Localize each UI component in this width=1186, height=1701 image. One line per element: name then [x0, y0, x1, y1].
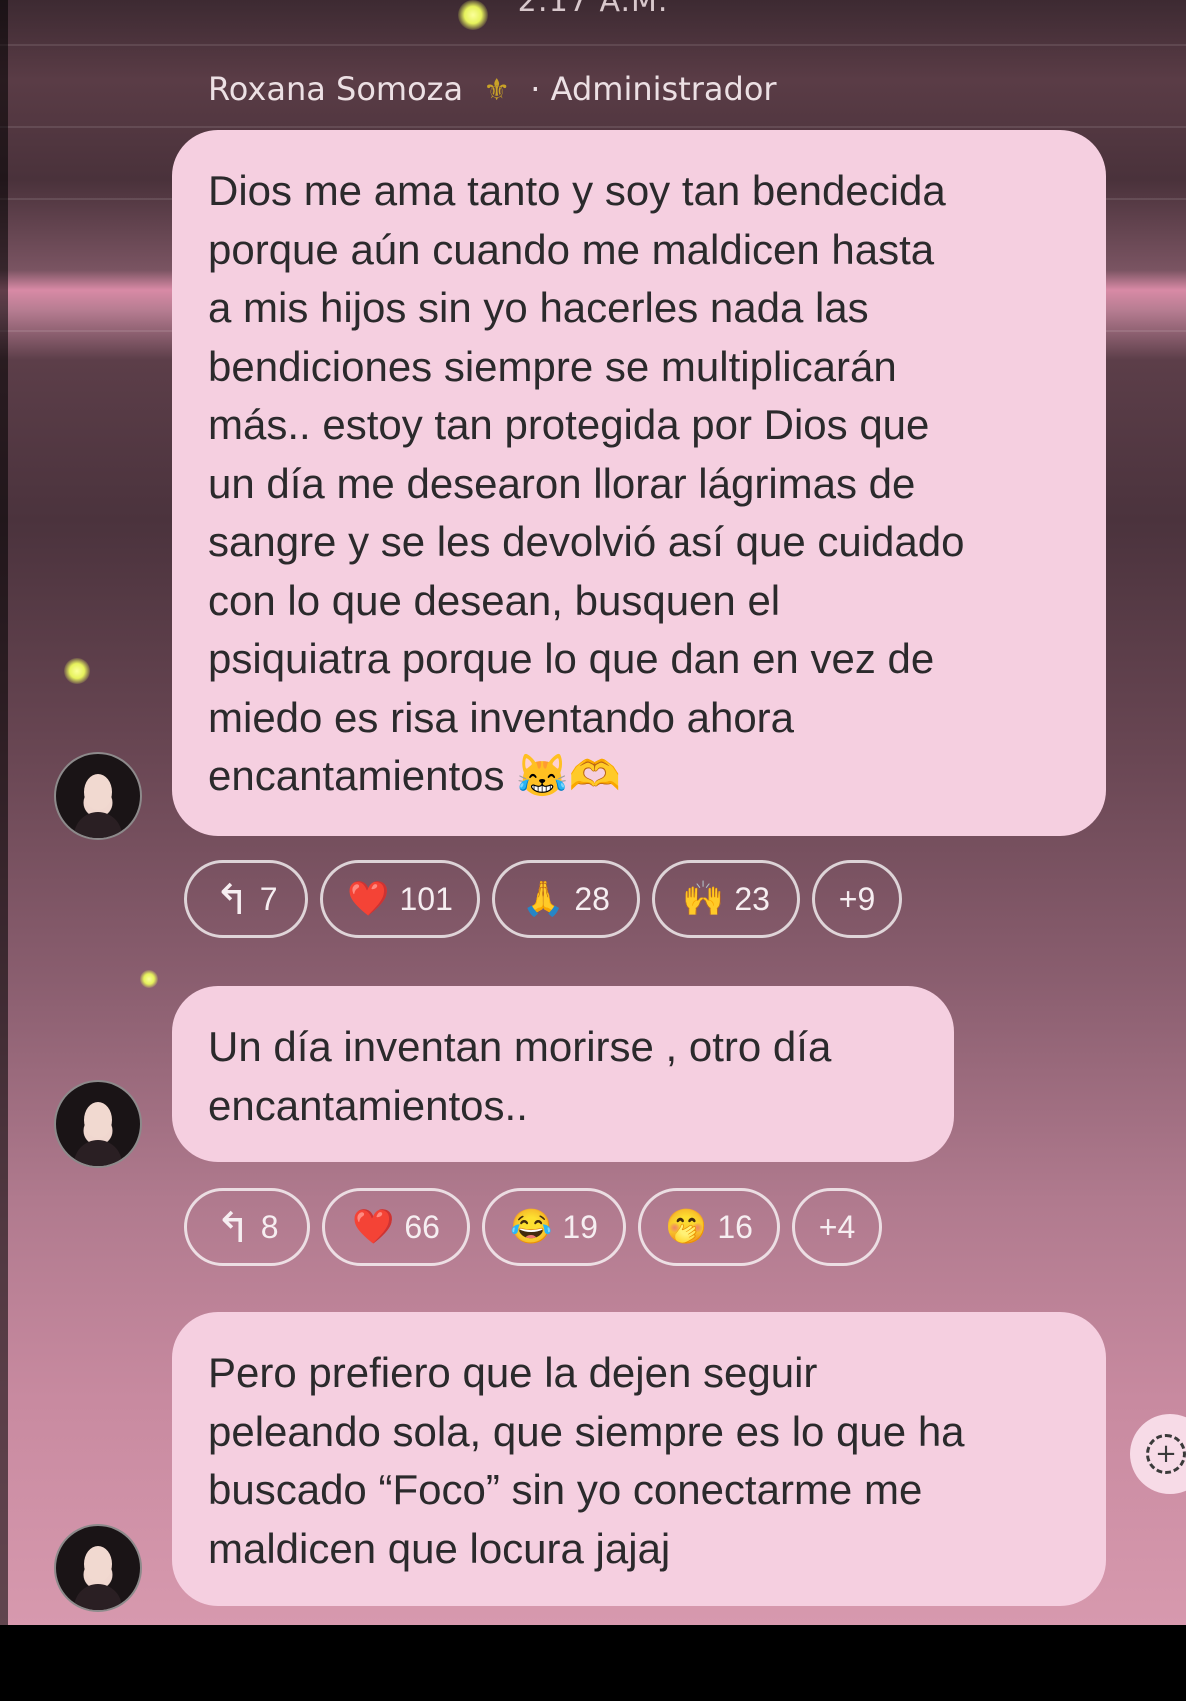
message-line: buscado “Foco” sin yo conectarme me [208, 1466, 923, 1513]
message-line: Un día inventan morirse , otro día [208, 1023, 832, 1070]
avatar-face [84, 1102, 112, 1138]
reaction-chip-heart[interactable]: ❤️ 101 [320, 860, 480, 938]
message-line: Pero prefiero que la dejen seguir [208, 1349, 818, 1396]
message-line: encantamientos 😹🫶 [208, 752, 621, 799]
reaction-chip-raised-hands[interactable]: 🙌 23 [652, 860, 800, 938]
reaction-count: 28 [574, 880, 610, 917]
reply-count-chip[interactable]: ↰ 7 [184, 860, 308, 938]
avatar-body [74, 1140, 122, 1166]
message-bubble[interactable]: Un día inventan morirse , otro día encan… [172, 986, 954, 1162]
reply-count-chip[interactable]: ↰ 8 [184, 1188, 310, 1266]
left-edge-shadow [0, 0, 8, 1625]
reaction-chip-heart[interactable]: ❤️ 66 [322, 1188, 470, 1266]
background-streak [0, 126, 1186, 128]
reaction-count: 16 [717, 1208, 753, 1245]
reaction-chip-laugh[interactable]: 😂 19 [482, 1188, 626, 1266]
reply-count: 7 [259, 880, 278, 917]
reaction-bar: ↰ 8 ❤️ 66 😂 19 🤭 16 +4 [184, 1188, 882, 1266]
sparkle-decoration [140, 970, 158, 988]
message-line: sangre y se les devolvió así que cuidado [208, 518, 965, 565]
raised-hands-icon: 🙌 [682, 880, 725, 918]
reaction-bar: ↰ 7 ❤️ 101 🙏 28 🙌 23 +9 [184, 860, 902, 938]
more-reactions-chip[interactable]: +9 [812, 860, 902, 938]
reply-arrow-icon: ↰ [214, 874, 250, 924]
avatar-body [74, 1584, 122, 1610]
reply-count: 8 [260, 1208, 279, 1245]
avatar[interactable] [54, 1524, 142, 1612]
red-heart-icon: ❤️ [352, 1208, 395, 1246]
reaction-count: 66 [404, 1208, 440, 1245]
fleur-de-lis-icon: ⚜ [483, 73, 511, 108]
more-reactions-count: +4 [818, 1208, 856, 1245]
message-line: maldicen que locura jajaj [208, 1524, 671, 1572]
sender-role: · Administrador [530, 70, 777, 108]
more-reactions-chip[interactable]: +4 [792, 1188, 882, 1266]
reaction-count: 101 [399, 880, 453, 917]
avatar[interactable] [54, 752, 142, 840]
more-reactions-count: +9 [838, 880, 876, 917]
red-heart-icon: ❤️ [347, 880, 390, 918]
message-line: a mis hijos sin yo hacerles nada las [208, 284, 869, 331]
message-line: más.. estoy tan protegida por Dios que [208, 401, 930, 448]
message-line: peleando sola, que siempre es lo que ha [208, 1407, 965, 1455]
message-line: con lo que desean, busquen el [208, 576, 781, 624]
tears-of-joy-icon: 😂 [510, 1208, 553, 1246]
message-bubble[interactable]: Pero prefiero que la dejen seguir pelean… [172, 1312, 1106, 1606]
avatar-face [84, 1546, 112, 1582]
sender-name[interactable]: Roxana Somoza [208, 70, 463, 108]
avatar-body [74, 812, 122, 838]
message-line: Dios me ama tanto y soy tan bendecida [208, 167, 946, 214]
reaction-chip-pray[interactable]: 🙏 28 [492, 860, 640, 938]
hand-over-mouth-icon: 🤭 [665, 1208, 708, 1246]
message-bubble[interactable]: Dios me ama tanto y soy tan bendecida po… [172, 130, 1106, 836]
reply-arrow-icon: ↰ [215, 1202, 251, 1252]
message-line: porque aún cuando me maldicen hasta [208, 225, 935, 273]
add-reaction-icon: + [1146, 1434, 1186, 1474]
background-streak [0, 44, 1186, 46]
status-time: 2:17 A.M. [517, 0, 669, 19]
avatar[interactable] [54, 1080, 142, 1168]
message-line: miedo es risa inventando ahora [208, 693, 795, 741]
message-line: psiquiatra porque lo que dan en vez de [208, 635, 935, 682]
reaction-chip-hand-over-mouth[interactable]: 🤭 16 [638, 1188, 780, 1266]
message-line: bendiciones siempre se multiplicarán [208, 342, 897, 390]
praying-hands-icon: 🙏 [522, 880, 565, 918]
sparkle-decoration [64, 658, 90, 684]
reaction-count: 19 [562, 1208, 598, 1245]
avatar-face [84, 774, 112, 810]
reaction-count: 23 [734, 880, 770, 917]
message-line: encantamientos.. [208, 1081, 528, 1129]
message-line: un día me desearon llorar lágrimas de [208, 459, 916, 507]
sender-header: Roxana Somoza ⚜ · Administrador [208, 70, 777, 108]
